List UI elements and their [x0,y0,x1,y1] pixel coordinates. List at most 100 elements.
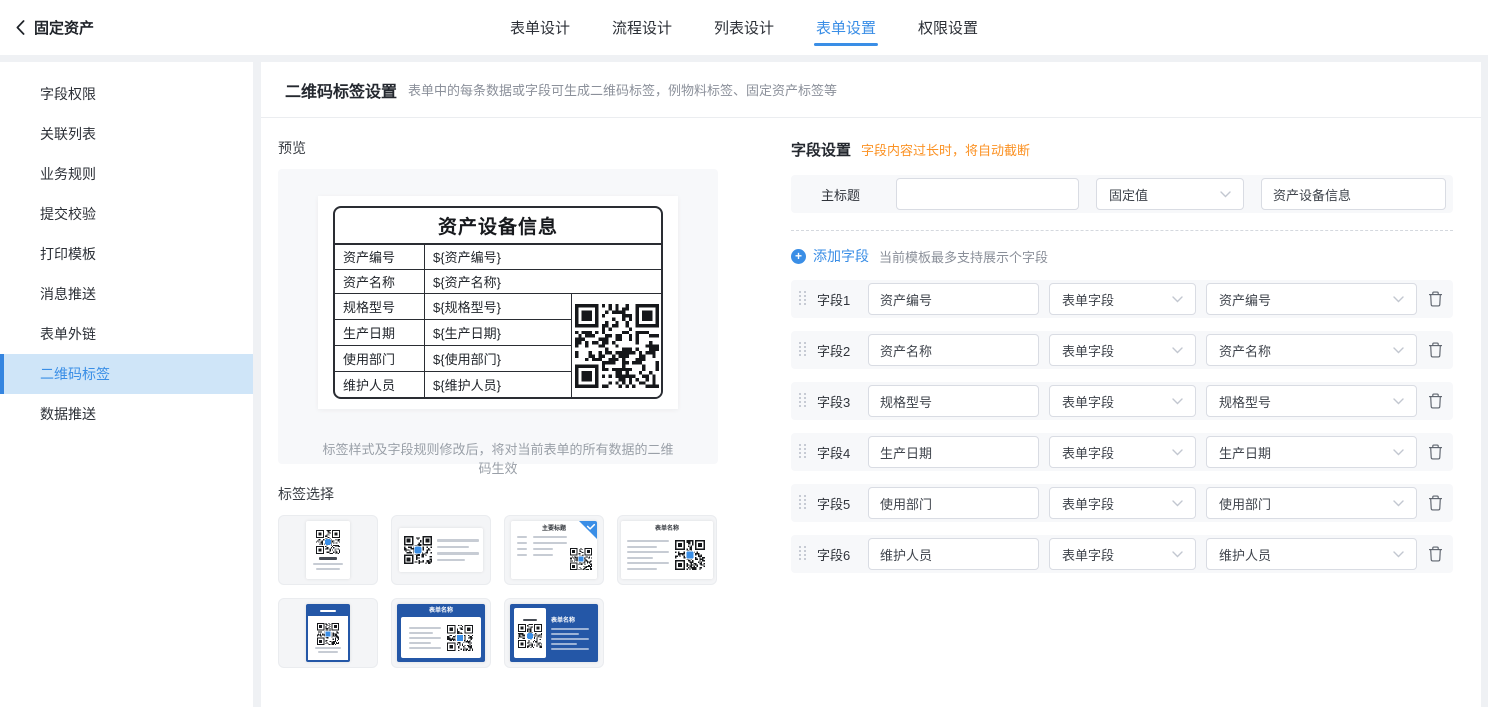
field-source-select[interactable]: 表单字段 [1049,334,1196,366]
field-value-select[interactable]: 资产名称 [1206,334,1417,366]
add-field-button[interactable]: + 添加字段 [791,246,869,266]
selected-check-icon [579,521,597,539]
sidebar-item-业务规则[interactable]: 业务规则 [0,154,253,194]
text-line [320,610,336,612]
text-line [437,559,465,562]
main-title-text-input[interactable] [896,178,1079,210]
template-tile-1[interactable] [278,515,378,585]
field-name-input[interactable] [868,385,1039,417]
qr-code-icon [404,536,432,564]
template-tile-7[interactable]: 表单名称 [504,598,604,668]
tab-流程设计[interactable]: 流程设计 [612,0,672,55]
template-tile-3[interactable]: 主要标题 [504,515,604,585]
main-title-source-select[interactable]: 固定值 [1096,178,1244,210]
text-line [627,546,657,548]
field-name-input[interactable] [868,436,1039,468]
sidebar-item-提交校验[interactable]: 提交校验 [0,194,253,234]
field-name-input[interactable] [868,487,1039,519]
field-source-select[interactable]: 表单字段 [1049,283,1196,315]
sidebar-item-消息推送[interactable]: 消息推送 [0,274,253,314]
drag-handle-icon[interactable] [799,393,808,409]
app-title: 固定资产 [34,17,94,38]
text-line [517,536,527,538]
sidebar-item-打印模板[interactable]: 打印模板 [0,234,253,274]
field-name-input[interactable] [868,283,1039,315]
field-value-select[interactable]: 规格型号 [1206,385,1417,417]
trash-icon [1428,444,1443,460]
drag-handle-icon[interactable] [799,291,808,307]
text-line [437,552,479,555]
field-source-select[interactable]: 表单字段 [1049,538,1196,570]
text-line [627,568,657,570]
label-table-row-label: 规格型号 [335,293,425,319]
text-line [533,536,567,538]
main-title-value-input[interactable] [1261,178,1446,210]
field-row: 字段5表单字段使用部门 [791,484,1453,522]
main-title-label: 主标题 [821,185,869,204]
label-table-row-value: ${资产编号} [425,245,661,269]
sidebar-item-关联列表[interactable]: 关联列表 [0,114,253,154]
label-table-row-label: 维护人员 [335,371,425,397]
sidebar-item-表单外链[interactable]: 表单外链 [0,314,253,354]
template-tile-4[interactable]: 表单名称 [617,515,717,585]
label-table-row-value: ${规格型号} [425,293,571,319]
field-source-select[interactable]: 表单字段 [1049,487,1196,519]
mini-inner-panel [401,617,481,658]
delete-field-button[interactable] [1427,545,1444,563]
tab-表单设置[interactable]: 表单设置 [816,0,876,55]
tab-列表设计[interactable]: 列表设计 [714,0,774,55]
select-value: 表单字段 [1062,392,1114,411]
back-button[interactable]: 固定资产 [16,0,94,55]
template-thumbnail [306,604,350,662]
template-thumbnail: 主要标题 [511,521,597,579]
drag-handle-icon[interactable] [799,444,808,460]
select-value: 资产编号 [1219,290,1271,309]
field-value-select[interactable]: 资产编号 [1206,283,1417,315]
delete-field-button[interactable] [1427,290,1444,308]
select-value: 生产日期 [1219,443,1271,462]
field-value-select[interactable]: 使用部门 [1206,487,1417,519]
template-thumbnail [306,521,350,579]
template-title: 表单名称 [401,606,481,617]
chevron-down-icon [1172,347,1183,354]
template-tile-2[interactable] [391,515,491,585]
text-line [409,632,433,634]
field-name-input[interactable] [868,538,1039,570]
field-source-select[interactable]: 表单字段 [1049,436,1196,468]
template-tile-6[interactable]: 表单名称 [391,598,491,668]
label-title: 资产设备信息 [335,208,661,245]
template-tile-5[interactable] [278,598,378,668]
delete-field-button[interactable] [1427,494,1444,512]
sidebar-item-字段权限[interactable]: 字段权限 [0,74,253,114]
select-value: 维护人员 [1219,545,1271,564]
qr-code-icon [518,624,542,648]
label-table-row-label: 生产日期 [335,319,425,345]
main-panel: 二维码标签设置 表单中的每条数据或字段可生成二维码标签，例物料标签、固定资产标签… [261,62,1481,707]
drag-handle-icon[interactable] [799,546,808,562]
field-name-input[interactable] [868,334,1039,366]
field-value-select[interactable]: 生产日期 [1206,436,1417,468]
text-line [551,628,589,630]
tab-表单设计[interactable]: 表单设计 [510,0,570,55]
preview-column: 预览 资产设备信息 资产编号${资产编号}资产名称${资产名称}规格型号${规格… [278,138,718,668]
text-line [409,627,441,629]
mini-body [308,616,348,660]
delete-field-button[interactable] [1427,341,1444,359]
field-source-select[interactable]: 表单字段 [1049,385,1196,417]
text-lines [437,539,479,561]
drag-handle-icon[interactable] [799,495,808,511]
sidebar-item-二维码标签[interactable]: 二维码标签 [0,354,253,394]
chevron-down-icon [1393,449,1404,456]
sidebar-item-数据推送[interactable]: 数据推送 [0,394,253,434]
text-line [551,638,589,640]
drag-handle-icon[interactable] [799,342,808,358]
template-tiles: 主要标题表单名称表单名称表单名称 [278,515,718,668]
text-line [551,633,579,635]
delete-field-button[interactable] [1427,392,1444,410]
label-table-row-value: ${使用部门} [425,345,571,371]
tab-权限设置[interactable]: 权限设置 [918,0,978,55]
field-value-select[interactable]: 维护人员 [1206,538,1417,570]
label-table-body: 资产编号${资产编号}资产名称${资产名称}规格型号${规格型号}生产日期${生… [335,245,661,397]
text-line [627,551,669,553]
delete-field-button[interactable] [1427,443,1444,461]
